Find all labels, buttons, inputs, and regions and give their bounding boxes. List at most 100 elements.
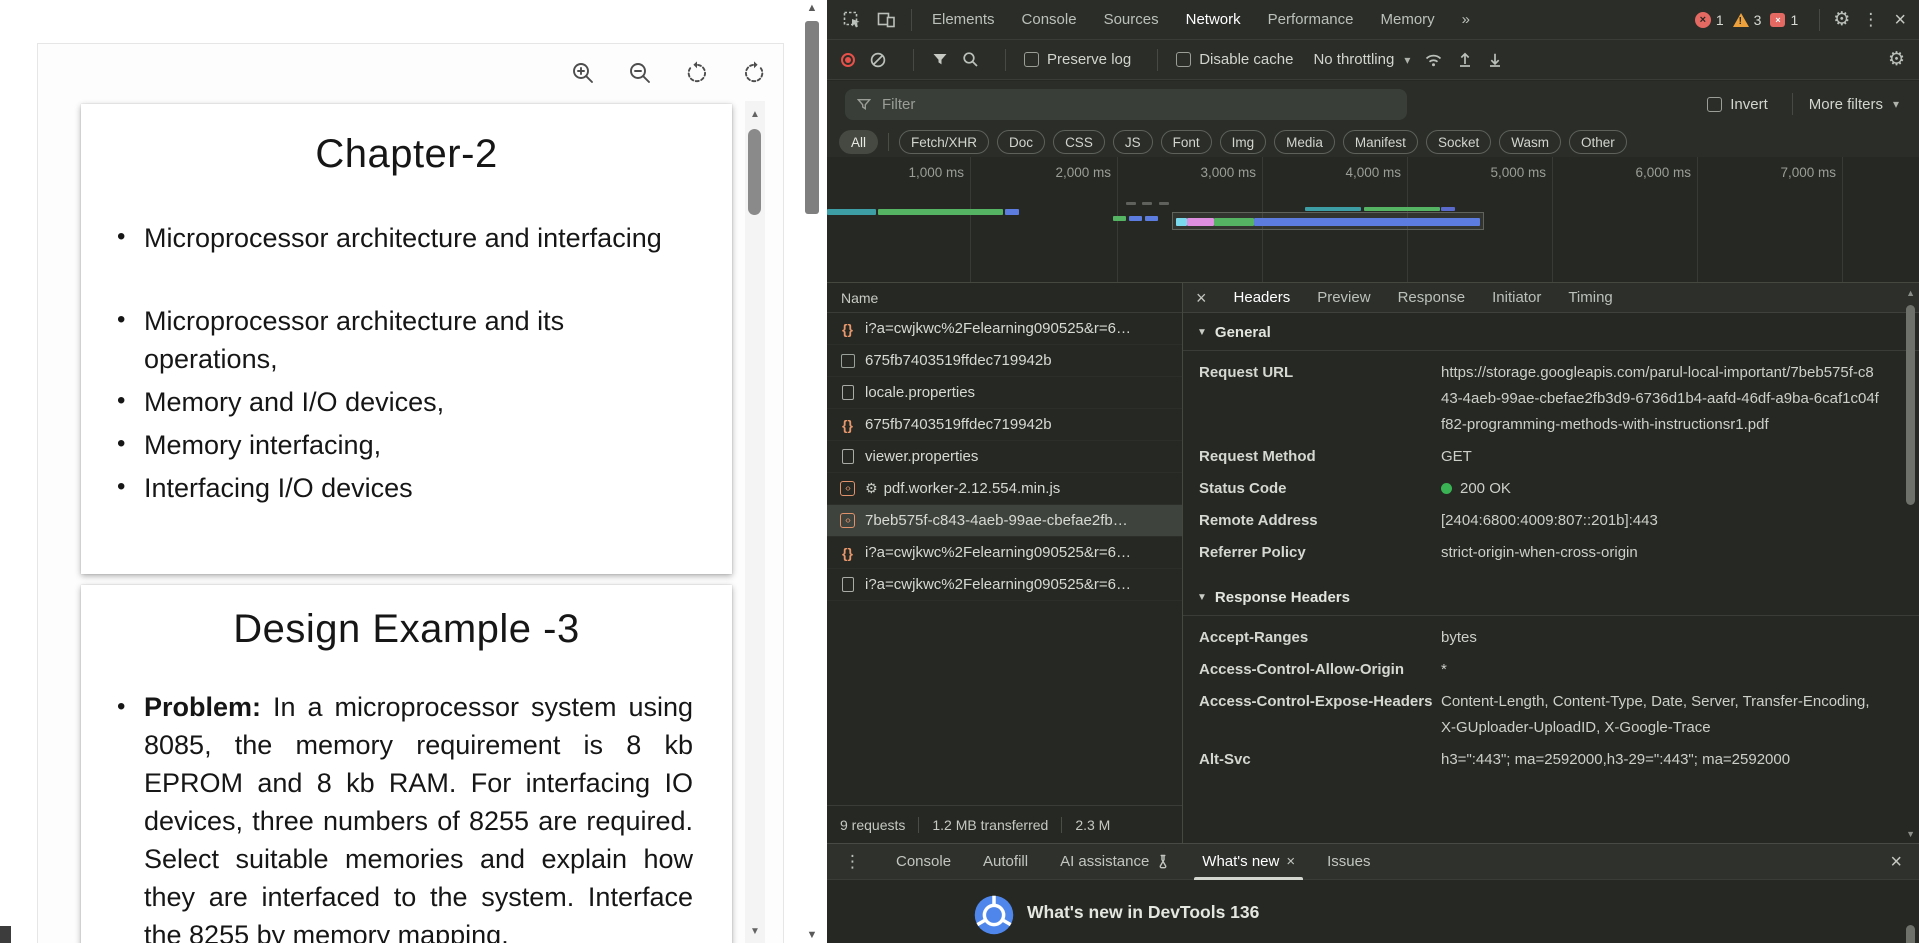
network-settings-gear-icon[interactable]: ⚙	[1888, 50, 1905, 69]
tab-memory[interactable]: Memory	[1381, 11, 1435, 28]
request-row[interactable]: viewer.properties	[827, 441, 1182, 473]
import-har-button[interactable]	[1457, 51, 1473, 68]
time-tick-label: 4,000 ms	[1297, 165, 1401, 180]
document-icon	[839, 384, 856, 401]
tab-preview[interactable]: Preview	[1317, 283, 1370, 313]
rotate-counterclockwise-button[interactable]	[682, 58, 712, 88]
rotate-clockwise-button[interactable]	[739, 58, 769, 88]
throttling-select[interactable]: No throttling ▾	[1313, 51, 1410, 68]
chip-css[interactable]: CSS	[1053, 130, 1105, 154]
checkbox-icon[interactable]	[1707, 97, 1722, 112]
filter-toggle-button[interactable]	[932, 52, 948, 67]
tab-headers[interactable]: Headers	[1234, 283, 1291, 313]
request-row[interactable]: ‹› ⚙ pdf.worker-2.12.554.min.js	[827, 473, 1182, 505]
general-section-header[interactable]: ▼ General	[1183, 314, 1919, 351]
whats-new-content: What's new in DevTools 136	[827, 880, 1919, 943]
more-tabs-icon[interactable]: »	[1462, 11, 1470, 28]
chip-media[interactable]: Media	[1274, 130, 1335, 154]
chip-doc[interactable]: Doc	[997, 130, 1045, 154]
chip-socket[interactable]: Socket	[1426, 130, 1491, 154]
request-row-selected[interactable]: ‹› 7beb575f-c843-4aeb-99ae-cbefae2fb…	[827, 505, 1182, 537]
preserve-log-checkbox[interactable]: Preserve log	[1024, 51, 1131, 68]
warning-badge[interactable]: ! 3	[1733, 12, 1762, 28]
waterfall-bar	[1364, 207, 1440, 211]
search-network-button[interactable]	[962, 51, 979, 68]
waterfall-bar	[1113, 216, 1126, 221]
filter-input[interactable]	[880, 95, 1395, 114]
scroll-down-icon[interactable]: ▼	[1906, 829, 1915, 839]
devtools-menu-icon[interactable]: ⋮	[1859, 10, 1882, 30]
scroll-up-icon[interactable]: ▲	[801, 2, 823, 14]
request-row[interactable]: 675fb7403519ffdec719942b	[827, 345, 1182, 377]
chip-img[interactable]: Img	[1220, 130, 1267, 154]
clear-network-log-button[interactable]	[869, 51, 887, 69]
zoom-in-button[interactable]	[568, 58, 598, 88]
scroll-up-icon[interactable]: ▲	[745, 109, 765, 120]
tab-response[interactable]: Response	[1398, 283, 1466, 313]
tab-sources[interactable]: Sources	[1104, 11, 1159, 28]
checkbox-icon[interactable]	[1024, 52, 1039, 67]
drawer-tab-console[interactable]: Console	[896, 844, 951, 880]
fetch-icon: {}	[839, 320, 856, 337]
request-row[interactable]: {} i?a=cwjkwc%2Felearning090525&r=6…	[827, 537, 1182, 569]
drawer-tab-autofill[interactable]: Autofill	[983, 844, 1028, 880]
chip-wasm[interactable]: Wasm	[1499, 130, 1561, 154]
chip-all[interactable]: All	[839, 130, 878, 154]
name-column-header[interactable]: Name	[827, 283, 1182, 313]
scroll-down-icon[interactable]: ▼	[745, 926, 765, 937]
request-row[interactable]: {} 675fb7403519ffdec719942b	[827, 409, 1182, 441]
error-badge[interactable]: × 1	[1695, 12, 1724, 28]
more-filters-button[interactable]: More filters ▾	[1809, 96, 1899, 113]
request-row[interactable]: locale.properties	[827, 377, 1182, 409]
browser-scrollbar-thumb[interactable]	[805, 21, 819, 214]
close-drawer-icon[interactable]: ×	[1887, 852, 1905, 872]
whats-new-title[interactable]: What's new in DevTools 136	[1027, 902, 1259, 923]
network-overview-timeline[interactable]: 1,000 ms 2,000 ms 3,000 ms 4,000 ms 5,00…	[827, 157, 1919, 283]
drawer-menu-icon[interactable]: ⋮	[841, 852, 864, 872]
fetch-icon: {}	[839, 544, 856, 561]
close-tab-icon[interactable]: ×	[1286, 853, 1295, 870]
pdf-toolbar	[38, 44, 783, 101]
tab-initiator[interactable]: Initiator	[1492, 283, 1541, 313]
issues-icon: ×	[1770, 13, 1785, 27]
gridline	[970, 157, 971, 282]
tab-elements[interactable]: Elements	[932, 11, 995, 28]
drawer-tab-issues[interactable]: Issues	[1327, 844, 1370, 880]
request-row[interactable]: i?a=cwjkwc%2Felearning090525&r=6…	[827, 569, 1182, 601]
drawer-scrollbar-thumb[interactable]	[1906, 925, 1915, 943]
tab-network[interactable]: Network	[1186, 11, 1241, 28]
chip-js[interactable]: JS	[1113, 130, 1153, 154]
settings-gear-icon[interactable]: ⚙	[1833, 10, 1850, 29]
disable-cache-checkbox[interactable]: Disable cache	[1176, 51, 1293, 68]
request-row[interactable]: {} i?a=cwjkwc%2Felearning090525&r=6…	[827, 313, 1182, 345]
tab-performance[interactable]: Performance	[1268, 11, 1354, 28]
drawer-tab-whats-new[interactable]: What's new ×	[1202, 844, 1295, 880]
drawer-tab-ai-assistance[interactable]: AI assistance	[1060, 844, 1170, 880]
chip-font[interactable]: Font	[1161, 130, 1212, 154]
tab-timing[interactable]: Timing	[1568, 283, 1612, 313]
details-scrollbar-thumb[interactable]	[1906, 305, 1915, 505]
pdf-scrollbar-thumb[interactable]	[748, 129, 761, 215]
network-conditions-button[interactable]	[1424, 52, 1443, 68]
chip-fetch-xhr[interactable]: Fetch/XHR	[899, 130, 989, 154]
scroll-down-icon[interactable]: ▼	[801, 929, 823, 941]
device-toolbar-button[interactable]	[873, 7, 899, 33]
tab-console[interactable]: Console	[1022, 11, 1077, 28]
invert-filter-checkbox[interactable]: Invert	[1707, 96, 1768, 113]
devtools-tabbar: Elements Console Sources Network Perform…	[827, 0, 1919, 40]
record-network-log-button[interactable]	[841, 53, 855, 67]
issues-badge[interactable]: × 1	[1770, 12, 1798, 28]
waterfall-bar	[1145, 216, 1158, 221]
close-devtools-icon[interactable]: ×	[1891, 10, 1909, 30]
file-icon	[839, 352, 856, 369]
close-details-icon[interactable]: ×	[1196, 289, 1207, 307]
waterfall-bar	[1214, 218, 1254, 226]
checkbox-icon[interactable]	[1176, 52, 1191, 67]
chip-other[interactable]: Other	[1569, 130, 1627, 154]
response-headers-section-header[interactable]: ▼ Response Headers	[1183, 579, 1919, 616]
export-har-button[interactable]	[1487, 51, 1503, 68]
chip-manifest[interactable]: Manifest	[1343, 130, 1418, 154]
inspect-element-button[interactable]	[839, 7, 865, 33]
scroll-up-icon[interactable]: ▲	[1906, 288, 1915, 298]
zoom-out-button[interactable]	[625, 58, 655, 88]
